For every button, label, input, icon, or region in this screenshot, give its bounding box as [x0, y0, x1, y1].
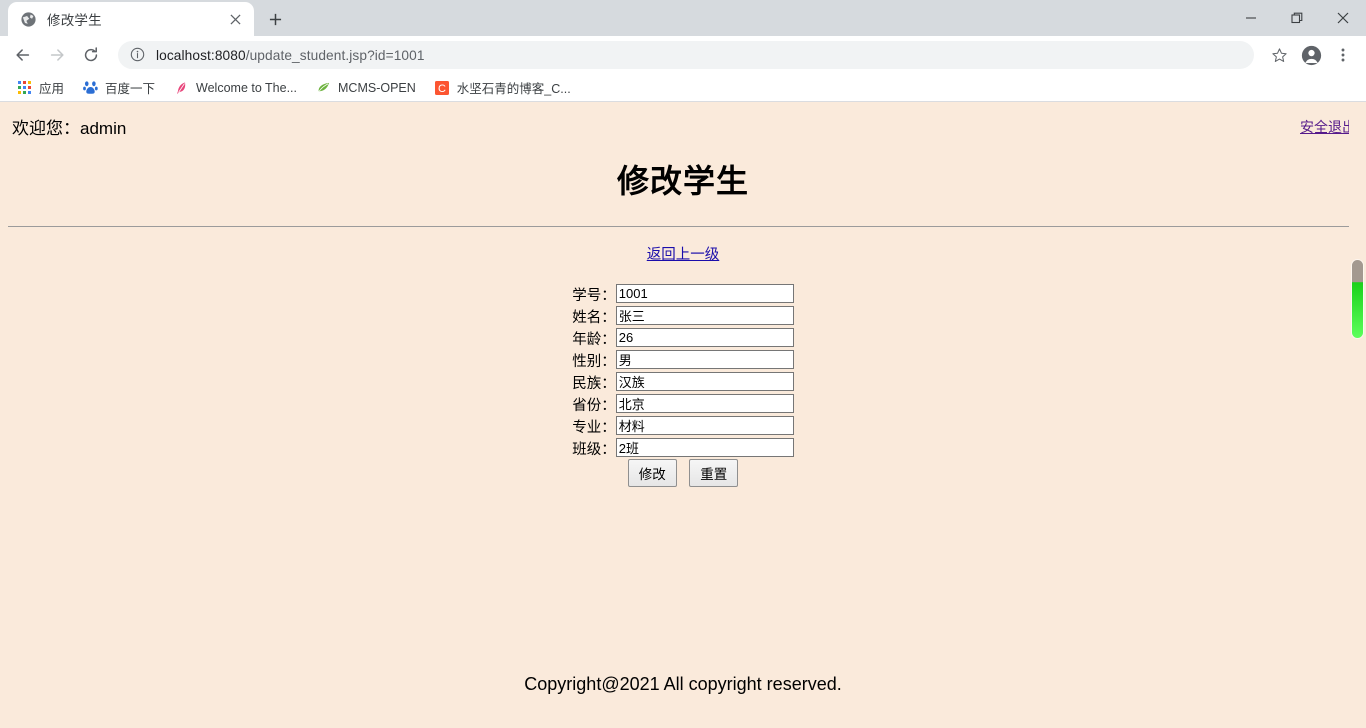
bookmark-welcome-to-the[interactable]: Welcome to The...: [165, 76, 305, 100]
label-ethnicity: 民族：: [572, 375, 616, 392]
back-link-container: 返回上一级: [0, 243, 1366, 264]
form-row-province: 省份：: [572, 393, 794, 415]
back-button[interactable]: [8, 40, 38, 70]
input-class[interactable]: [615, 438, 794, 457]
label-major: 专业：: [572, 419, 616, 436]
form-rows: 学号： 姓名： 年龄： 性别：: [572, 283, 794, 487]
page-scrollbar[interactable]: [1349, 102, 1366, 728]
toolbar-right-icons: [1262, 40, 1358, 70]
minimize-icon[interactable]: [1228, 0, 1274, 36]
form-row-buttons: 修改 重置: [572, 459, 794, 487]
bookmark-label: Welcome to The...: [196, 80, 298, 95]
label-age: 年龄：: [572, 331, 616, 348]
divider: [8, 226, 1358, 227]
label-province: 省份：: [572, 397, 616, 414]
forward-button: [42, 40, 72, 70]
globe-icon: [20, 11, 37, 28]
input-name[interactable]: [615, 306, 794, 325]
back-to-parent-link[interactable]: 返回上一级: [647, 247, 720, 263]
label-class: 班级：: [572, 441, 616, 458]
address-bar[interactable]: localhost:8080/update_student.jsp?id=100…: [118, 41, 1254, 69]
titlebar: 修改学生: [0, 0, 1366, 36]
form-row-name: 姓名：: [572, 305, 794, 327]
info-circle-icon[interactable]: [130, 47, 146, 63]
form-row-major: 专业：: [572, 415, 794, 437]
maximize-restore-icon[interactable]: [1274, 0, 1320, 36]
bookmark-label: 应用: [39, 82, 65, 96]
account-icon[interactable]: [1296, 40, 1326, 70]
button-row: 修改 重置: [572, 459, 794, 487]
feather-icon: [173, 80, 189, 96]
reset-button[interactable]: 重置: [689, 459, 739, 487]
browser-window: 修改学生 localhost:8080/update_student.jsp?i…: [0, 0, 1366, 728]
bookmark-baidu[interactable]: 百度一下: [74, 76, 163, 100]
bookmarks-bar: 应用 百度一下 Welcome to The... MCMS-OPEN C 水坚…: [0, 74, 1366, 102]
page-title: 修改学生: [616, 163, 749, 199]
bookmark-apps[interactable]: 应用: [8, 76, 72, 100]
browser-tab[interactable]: 修改学生: [8, 2, 254, 36]
browser-toolbar: localhost:8080/update_student.jsp?id=100…: [0, 36, 1366, 74]
svg-text:C: C: [438, 83, 446, 95]
reload-button[interactable]: [76, 40, 106, 70]
student-form: 学号： 姓名： 年龄： 性别：: [572, 283, 794, 487]
window-controls: [1228, 0, 1366, 36]
new-tab-button[interactable]: [260, 4, 290, 34]
input-student-id[interactable]: [615, 284, 794, 303]
label-student-id: 学号：: [572, 287, 616, 304]
url-text: localhost:8080/update_student.jsp?id=100…: [156, 48, 425, 63]
bookmark-label: MCMS-OPEN: [338, 80, 416, 95]
url-host: localhost:8080: [156, 47, 246, 63]
baidu-icon: [82, 80, 98, 96]
logout-link[interactable]: 安全退出: [1300, 117, 1356, 137]
bookmark-mcms-open[interactable]: MCMS-OPEN: [307, 76, 424, 100]
apps-grid-icon: [16, 80, 32, 96]
submit-button[interactable]: 修改: [627, 459, 677, 487]
scrollbar-thumb[interactable]: [1352, 260, 1363, 338]
tab-title: 修改学生: [47, 13, 102, 28]
input-province[interactable]: [615, 394, 794, 413]
form-row-gender: 性别：: [572, 349, 794, 371]
label-name: 姓名：: [572, 309, 616, 326]
input-ethnicity[interactable]: [615, 372, 794, 391]
tab-close-icon[interactable]: [224, 8, 246, 30]
page-topbar: 欢迎您：admin 安全退出: [0, 102, 1366, 138]
student-update-page: 欢迎您：admin 安全退出 修改学生 返回上一级 学号： 姓名：: [0, 102, 1366, 728]
star-icon[interactable]: [1264, 40, 1294, 70]
input-age[interactable]: [615, 328, 794, 347]
label-gender: 性别：: [572, 353, 616, 370]
form-row-age: 年龄：: [572, 327, 794, 349]
form-row-student-id: 学号：: [572, 283, 794, 305]
url-path: /update_student.jsp?id=1001: [245, 47, 425, 63]
page-footer: Copyright@2021 All copyright reserved.: [524, 674, 842, 694]
bookmark-label: 百度一下: [105, 82, 156, 96]
window-close-icon[interactable]: [1320, 0, 1366, 36]
welcome-text: 欢迎您：admin: [12, 119, 127, 138]
three-dot-menu-icon[interactable]: [1328, 40, 1358, 70]
input-major[interactable]: [615, 416, 794, 435]
bookmark-csdn-blog[interactable]: C 水坚石青的博客_C...: [426, 76, 579, 100]
bookmark-label: 水坚石青的博客_C...: [456, 82, 571, 96]
input-gender[interactable]: [615, 350, 794, 369]
csdn-icon: C: [434, 80, 450, 96]
leaf-icon: [315, 80, 331, 96]
form-row-class: 班级：: [572, 437, 794, 459]
form-row-ethnicity: 民族：: [572, 371, 794, 393]
page-viewport: 欢迎您：admin 安全退出 修改学生 返回上一级 学号： 姓名：: [0, 102, 1366, 728]
